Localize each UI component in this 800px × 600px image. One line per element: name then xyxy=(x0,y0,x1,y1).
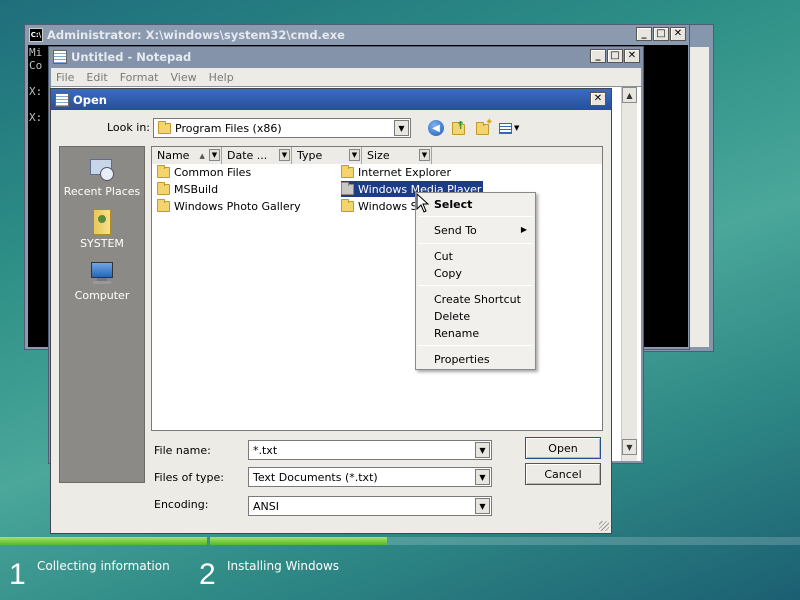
menu-item-create-shortcut[interactable]: Create Shortcut xyxy=(434,291,521,307)
column-header-name[interactable]: Name ▲ ▼ xyxy=(152,147,222,164)
chevron-down-icon[interactable]: ▼ xyxy=(475,442,490,458)
mouse-cursor-icon xyxy=(416,193,430,213)
file-name-input[interactable]: *.txt ▼ xyxy=(248,440,492,460)
folder-icon xyxy=(341,164,354,178)
files-of-type-label: Files of type: xyxy=(154,471,225,484)
notepad-titlebar: Untitled - Notepad xyxy=(49,47,643,67)
menu-item-select[interactable]: Select xyxy=(434,196,472,212)
recent-places-icon xyxy=(88,155,116,183)
new-folder-icon[interactable]: ✦ xyxy=(475,117,493,136)
place-label: SYSTEM xyxy=(80,237,124,250)
chevron-down-icon[interactable]: ▼ xyxy=(475,469,490,485)
folder-icon xyxy=(341,181,354,195)
cmd-title: Administrator: X:\windows\system32\cmd.e… xyxy=(47,28,345,42)
place-computer[interactable]: Computer xyxy=(60,259,144,302)
step-1-progress-bar xyxy=(0,537,207,545)
encoding-dropdown[interactable]: ANSI ▼ xyxy=(248,496,492,516)
user-folder-icon xyxy=(88,207,116,235)
cancel-button[interactable]: Cancel xyxy=(525,463,601,485)
menu-separator xyxy=(418,243,533,244)
submenu-arrow-icon: ▶ xyxy=(520,225,527,234)
menu-separator xyxy=(418,285,533,286)
place-system[interactable]: SYSTEM xyxy=(60,207,144,250)
resize-grip[interactable] xyxy=(599,521,609,531)
step-2-progress-bar xyxy=(210,537,800,545)
menu-item-send-to[interactable]: Send To xyxy=(434,222,477,238)
view-menu-icon[interactable]: ▼ xyxy=(499,121,521,135)
folder-icon xyxy=(157,164,170,178)
step-2-label: Installing Windows xyxy=(227,559,340,573)
chevron-down-icon[interactable]: ▼ xyxy=(394,120,409,136)
notepad-menubar: File Edit Format View Help xyxy=(51,68,641,86)
scroll-down-button[interactable]: ▼ xyxy=(622,439,637,455)
step-1-number: 1 xyxy=(9,558,26,591)
chevron-down-icon[interactable]: ▼ xyxy=(475,498,490,514)
notepad-icon xyxy=(53,50,67,64)
menu-format[interactable]: Format xyxy=(120,71,159,84)
column-header-date[interactable]: Date ... ▼ xyxy=(222,147,292,164)
step-2-number: 2 xyxy=(199,558,216,591)
notepad-close-button[interactable]: ✕ xyxy=(624,49,640,63)
menu-view[interactable]: View xyxy=(171,71,197,84)
menu-item-properties[interactable]: Properties xyxy=(434,351,490,367)
encoding-label: Encoding: xyxy=(154,498,209,511)
setup-progress-footer: 1 Collecting information 2 Installing Wi… xyxy=(0,533,800,600)
cmd-titlebar: C:\ Administrator: X:\windows\system32\c… xyxy=(25,25,689,45)
notepad-maximize-button[interactable]: □ xyxy=(607,49,623,63)
step-1-progress-fill xyxy=(0,537,207,545)
chevron-down-icon[interactable]: ▼ xyxy=(419,149,430,161)
cmd-minimize-button[interactable]: _ xyxy=(636,27,652,41)
open-button[interactable]: Open xyxy=(525,437,601,459)
place-label: Recent Places xyxy=(63,185,141,198)
context-menu: Select Send To ▶ Cut Copy Create Shortcu… xyxy=(415,192,536,370)
list-item[interactable]: Internet Explorer xyxy=(341,164,451,180)
notepad-minimize-button[interactable]: _ xyxy=(590,49,606,63)
chevron-down-icon[interactable]: ▼ xyxy=(279,149,290,161)
folder-icon xyxy=(157,198,170,212)
menu-separator xyxy=(418,216,533,217)
menu-item-rename[interactable]: Rename xyxy=(434,325,479,341)
computer-icon xyxy=(88,259,116,287)
menu-item-cut[interactable]: Cut xyxy=(434,248,453,264)
folder-icon xyxy=(158,120,171,134)
list-item[interactable]: MSBuild xyxy=(157,181,218,197)
files-of-type-dropdown[interactable]: Text Documents (*.txt) ▼ xyxy=(248,467,492,487)
cmd-close-button[interactable]: ✕ xyxy=(670,27,686,41)
cmd-maximize-button[interactable]: □ xyxy=(653,27,669,41)
menu-item-delete[interactable]: Delete xyxy=(434,308,470,324)
step-1-label: Collecting information xyxy=(37,559,170,573)
list-item[interactable]: Common Files xyxy=(157,164,251,180)
up-folder-icon[interactable]: ↑ xyxy=(451,119,467,136)
look-in-label: Look in: xyxy=(107,121,150,134)
column-header-size[interactable]: Size ▼ xyxy=(362,147,432,164)
notepad-scrollbar[interactable]: ▲ ▼ xyxy=(621,87,637,461)
open-dialog-titlebar: Open xyxy=(51,89,611,110)
menu-item-copy[interactable]: Copy xyxy=(434,265,462,281)
places-bar: Recent Places SYSTEM Computer xyxy=(59,146,145,483)
notepad-title: Untitled - Notepad xyxy=(71,50,192,64)
sort-up-icon: ▲ xyxy=(199,151,205,160)
cmd-icon: C:\ xyxy=(29,28,43,42)
menu-file[interactable]: File xyxy=(56,71,74,84)
open-dialog-close-button[interactable]: ✕ xyxy=(590,92,606,106)
folder-icon xyxy=(157,181,170,195)
file-name-label: File name: xyxy=(154,444,211,457)
scroll-up-button[interactable]: ▲ xyxy=(622,87,637,103)
look-in-value: Program Files (x86) xyxy=(175,121,282,135)
folder-icon xyxy=(341,198,354,212)
place-label: Computer xyxy=(74,289,130,302)
menu-separator xyxy=(418,345,533,346)
notepad-icon xyxy=(55,92,69,107)
look-in-dropdown[interactable]: Program Files (x86) ▼ xyxy=(153,118,411,138)
open-dialog-title: Open xyxy=(73,92,107,107)
chevron-down-icon[interactable]: ▼ xyxy=(209,149,220,161)
column-header-type[interactable]: Type ▼ xyxy=(292,147,362,164)
step-2-progress-fill xyxy=(210,537,387,545)
back-icon[interactable]: ◀ xyxy=(428,120,444,136)
menu-help[interactable]: Help xyxy=(209,71,234,84)
place-recent-places[interactable]: Recent Places xyxy=(60,155,144,198)
list-item[interactable]: Windows Photo Gallery xyxy=(157,198,301,214)
menu-edit[interactable]: Edit xyxy=(86,71,107,84)
chevron-down-icon[interactable]: ▼ xyxy=(349,149,360,161)
